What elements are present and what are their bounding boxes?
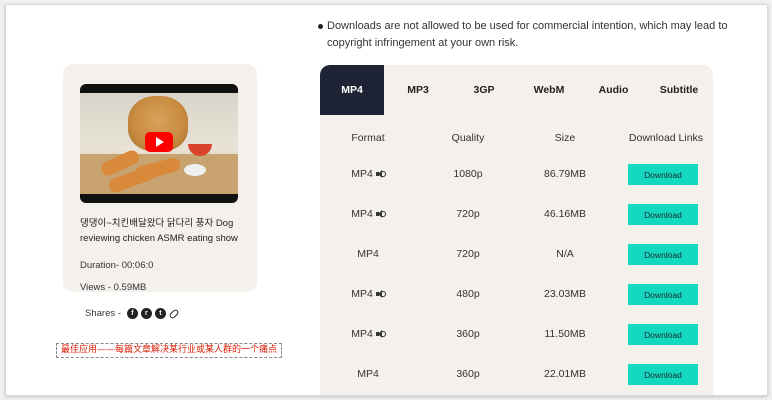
disclaimer-notice: Downloads are not allowed to be used for…	[318, 18, 738, 52]
row-format: MP4	[351, 288, 373, 300]
download-button[interactable]: Download	[628, 284, 698, 305]
row-size: 46.16MB	[543, 208, 587, 220]
disclaimer-text: Downloads are not allowed to be used for…	[327, 20, 728, 49]
play-button-icon[interactable]	[145, 132, 173, 152]
row-quality: 1080p	[453, 168, 483, 180]
tab-audio[interactable]: Audio	[582, 65, 645, 115]
row-quality: 360p	[456, 368, 480, 380]
speaker-icon	[375, 330, 386, 338]
header-size: Size	[554, 132, 576, 144]
row-size: 11.50MB	[544, 328, 586, 340]
video-views: Views - 0.59MB	[80, 282, 147, 293]
share-row: Shares - f r t	[85, 307, 182, 320]
facebook-icon[interactable]: f	[126, 308, 138, 319]
table-row: MP4 720p 46.16MB Download	[320, 195, 713, 235]
table-row: MP4 360p 11.50MB Download	[320, 315, 713, 355]
table-row: MP4 480p 23.03MB Download	[320, 275, 713, 315]
red-annotation-note: 最佳应用——每篇文章解决某行业或某人群的一个痛点	[56, 343, 283, 358]
tab-webm[interactable]: WebM	[516, 65, 582, 115]
bullet-icon	[318, 24, 323, 29]
tab-mp4[interactable]: MP4	[320, 65, 384, 115]
row-size: 22.01MB	[543, 368, 587, 380]
link-icon[interactable]	[168, 307, 180, 320]
table-row: MP4 720p N/A Download	[320, 235, 713, 275]
header-download-links: Download Links	[628, 132, 704, 144]
speaker-icon	[375, 290, 386, 298]
download-button[interactable]: Download	[628, 324, 698, 345]
page-frame: Downloads are not allowed to be used for…	[5, 4, 768, 396]
tab-mp3[interactable]: MP3	[384, 65, 452, 115]
download-button[interactable]: Download	[628, 244, 698, 265]
video-thumbnail[interactable]	[80, 84, 238, 203]
download-button[interactable]: Download	[628, 364, 698, 385]
table-row: MP4 1080p 86.79MB Download	[320, 155, 713, 195]
row-size: N/A	[556, 248, 574, 260]
speaker-icon	[375, 170, 386, 178]
table-row: MP4 360p 22.01MB Download	[320, 355, 713, 395]
tab-subtitle[interactable]: Subtitle	[645, 65, 713, 115]
header-quality: Quality	[451, 132, 485, 144]
reddit-icon[interactable]: r	[140, 308, 152, 319]
format-tabs: MP4 MP3 3GP WebM Audio Subtitle	[320, 65, 713, 115]
row-quality: 720p	[456, 208, 480, 220]
download-panel: MP4 MP3 3GP WebM Audio Subtitle Format Q…	[320, 65, 713, 395]
row-format: MP4	[357, 368, 379, 380]
header-format: Format	[351, 132, 385, 144]
row-quality: 360p	[456, 328, 480, 340]
row-format: MP4	[357, 248, 379, 260]
row-size: 86.79MB	[543, 168, 587, 180]
download-button[interactable]: Download	[628, 204, 698, 225]
download-button[interactable]: Download	[628, 164, 698, 185]
speaker-icon	[375, 210, 386, 218]
shares-label: Shares -	[85, 308, 121, 319]
row-quality: 480p	[456, 288, 480, 300]
twitter-icon[interactable]: t	[154, 308, 166, 319]
table-header: Format Quality Size Download Links	[320, 115, 713, 155]
tab-3gp[interactable]: 3GP	[452, 65, 516, 115]
video-duration: Duration- 00:06:0	[80, 260, 154, 271]
row-format: MP4	[351, 208, 373, 220]
video-title: 댕댕이~치킨배달왔다 닭다리 풍자 Dog reviewing chicken …	[80, 218, 238, 244]
row-size: 23.03MB	[543, 288, 587, 300]
row-quality: 720p	[456, 248, 480, 260]
row-format: MP4	[351, 168, 373, 180]
row-format: MP4	[351, 328, 373, 340]
video-info-card: 댕댕이~치킨배달왔다 닭다리 풍자 Dog reviewing chicken …	[63, 64, 257, 293]
